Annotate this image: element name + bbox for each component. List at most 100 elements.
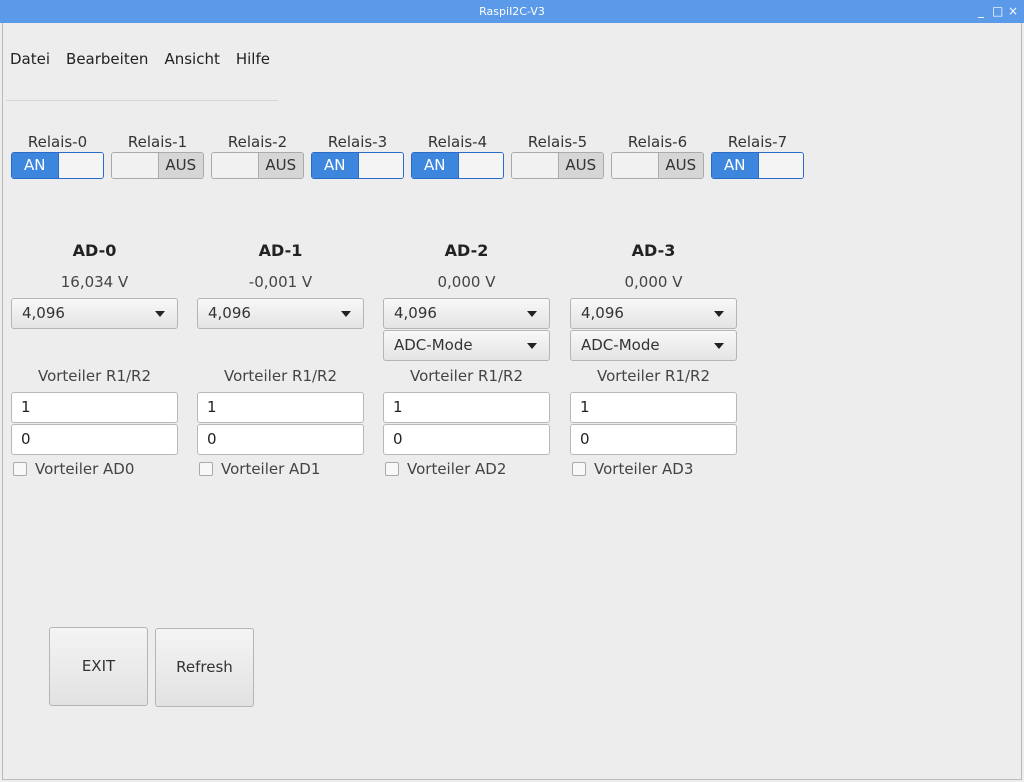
r2-input[interactable]: 0 <box>570 424 737 455</box>
adc-title: AD-2 <box>444 241 489 260</box>
toggle-right: AUS <box>157 153 203 178</box>
relais-label: Relais-5 <box>527 133 588 151</box>
chevron-down-icon <box>714 343 724 349</box>
relais-0: Relais-0 AN <box>11 133 104 179</box>
toggle-left: AN <box>312 153 358 178</box>
relais-label: Relais-4 <box>427 133 488 151</box>
window-controls: _ □ × <box>976 0 1018 23</box>
toggle-left: AN <box>12 153 58 178</box>
checkbox-icon[interactable] <box>199 462 213 476</box>
checkbox-icon[interactable] <box>572 462 586 476</box>
relais-toggle[interactable]: AUS <box>211 152 304 179</box>
range-value: 4,096 <box>394 304 437 322</box>
adc-value: 0,000 V <box>624 273 683 291</box>
toggle-right: AUS <box>557 153 603 178</box>
toggle-left <box>112 153 158 178</box>
adc-title: AD-1 <box>258 241 303 260</box>
toggle-right <box>357 153 403 178</box>
toggle-left <box>212 153 258 178</box>
chevron-down-icon <box>714 311 724 317</box>
checkbox-icon[interactable] <box>13 462 27 476</box>
chevron-down-icon <box>527 311 537 317</box>
checkbox-label: Vorteiler AD2 <box>407 460 507 478</box>
relais-toggle[interactable]: AN <box>411 152 504 179</box>
r1-input[interactable]: 1 <box>197 392 364 423</box>
toggle-right <box>757 153 803 178</box>
toggle-left: AN <box>412 153 458 178</box>
r1-input[interactable]: 1 <box>11 392 178 423</box>
divider-label: Vorteiler R1/R2 <box>223 367 338 385</box>
toggle-left <box>612 153 658 178</box>
adc-column-0: AD-0 16,034 V 4,096 Vorteiler R1/R2 1 0 Vortei… <box>11 240 178 478</box>
menu-ansicht[interactable]: Ansicht <box>164 50 219 68</box>
adc-column-3: AD-3 0,000 V 4,096 ADC-Mode Vorteiler R1/R2 1… <box>570 240 737 478</box>
checkbox-label: Vorteiler AD1 <box>221 460 321 478</box>
mode-value: ADC-Mode <box>394 336 473 354</box>
relais-toggle[interactable]: AN <box>11 152 104 179</box>
r2-input[interactable]: 0 <box>11 424 178 455</box>
relais-3: Relais-3 AN <box>311 133 404 179</box>
menu-separator <box>6 100 278 101</box>
menu-hilfe[interactable]: Hilfe <box>236 50 270 68</box>
relais-toggle[interactable]: AUS <box>111 152 204 179</box>
adc-title: AD-3 <box>631 241 676 260</box>
chevron-down-icon <box>341 311 351 317</box>
window-title: RaspiI2C-V3 <box>479 5 545 18</box>
divider-checkbox[interactable]: Vorteiler AD3 <box>570 460 737 478</box>
relais-toggle[interactable]: AUS <box>611 152 704 179</box>
divider-checkbox[interactable]: Vorteiler AD0 <box>11 460 178 478</box>
refresh-button[interactable]: Refresh <box>155 628 254 707</box>
r1-input[interactable]: 1 <box>570 392 737 423</box>
relais-toggle[interactable]: AN <box>711 152 804 179</box>
minimize-icon[interactable]: _ <box>976 0 986 23</box>
range-select[interactable]: 4,096 <box>197 298 364 329</box>
checkbox-icon[interactable] <box>385 462 399 476</box>
relais-2: Relais-2 AUS <box>211 133 304 179</box>
toggle-left: AN <box>712 153 758 178</box>
divider-checkbox[interactable]: Vorteiler AD2 <box>383 460 550 478</box>
relais-label: Relais-1 <box>127 133 188 151</box>
close-icon[interactable]: × <box>1008 0 1018 23</box>
range-select[interactable]: 4,096 <box>570 298 737 329</box>
mode-select[interactable]: ADC-Mode <box>570 330 737 361</box>
checkbox-label: Vorteiler AD3 <box>594 460 694 478</box>
menu-bearbeiten[interactable]: Bearbeiten <box>66 50 148 68</box>
exit-button[interactable]: EXIT <box>49 627 148 706</box>
mode-select[interactable]: ADC-Mode <box>383 330 550 361</box>
divider-label: Vorteiler R1/R2 <box>37 367 152 385</box>
range-select[interactable]: 4,096 <box>11 298 178 329</box>
title-bar: RaspiI2C-V3 _ □ × <box>0 0 1024 23</box>
range-value: 4,096 <box>208 304 251 322</box>
toggle-right: AUS <box>257 153 303 178</box>
adc-value: -0,001 V <box>248 273 313 291</box>
adc-value: 16,034 V <box>60 273 129 291</box>
relais-6: Relais-6 AUS <box>611 133 704 179</box>
adc-column-1: AD-1 -0,001 V 4,096 Vorteiler R1/R2 1 0 Vortei… <box>197 240 364 478</box>
relais-7: Relais-7 AN <box>711 133 804 179</box>
range-value: 4,096 <box>581 304 624 322</box>
divider-checkbox[interactable]: Vorteiler AD1 <box>197 460 364 478</box>
relais-1: Relais-1 AUS <box>111 133 204 179</box>
adc-column-2: AD-2 0,000 V 4,096 ADC-Mode Vorteiler R1/R2 1… <box>383 240 550 478</box>
adc-title: AD-0 <box>72 241 117 260</box>
chevron-down-icon <box>155 311 165 317</box>
divider-label: Vorteiler R1/R2 <box>596 367 711 385</box>
maximize-icon[interactable]: □ <box>992 0 1003 23</box>
range-select[interactable]: 4,096 <box>383 298 550 329</box>
adc-value: 0,000 V <box>437 273 496 291</box>
r1-input[interactable]: 1 <box>383 392 550 423</box>
relais-4: Relais-4 AN <box>411 133 504 179</box>
divider-label: Vorteiler R1/R2 <box>409 367 524 385</box>
relais-toggle[interactable]: AUS <box>511 152 604 179</box>
r2-input[interactable]: 0 <box>383 424 550 455</box>
toggle-right <box>457 153 503 178</box>
relais-label: Relais-3 <box>327 133 388 151</box>
r2-input[interactable]: 0 <box>197 424 364 455</box>
relais-label: Relais-0 <box>27 133 88 151</box>
mode-value: ADC-Mode <box>581 336 660 354</box>
menu-datei[interactable]: Datei <box>10 50 50 68</box>
relais-label: Relais-6 <box>627 133 688 151</box>
relais-label: Relais-7 <box>727 133 788 151</box>
checkbox-label: Vorteiler AD0 <box>35 460 135 478</box>
relais-toggle[interactable]: AN <box>311 152 404 179</box>
